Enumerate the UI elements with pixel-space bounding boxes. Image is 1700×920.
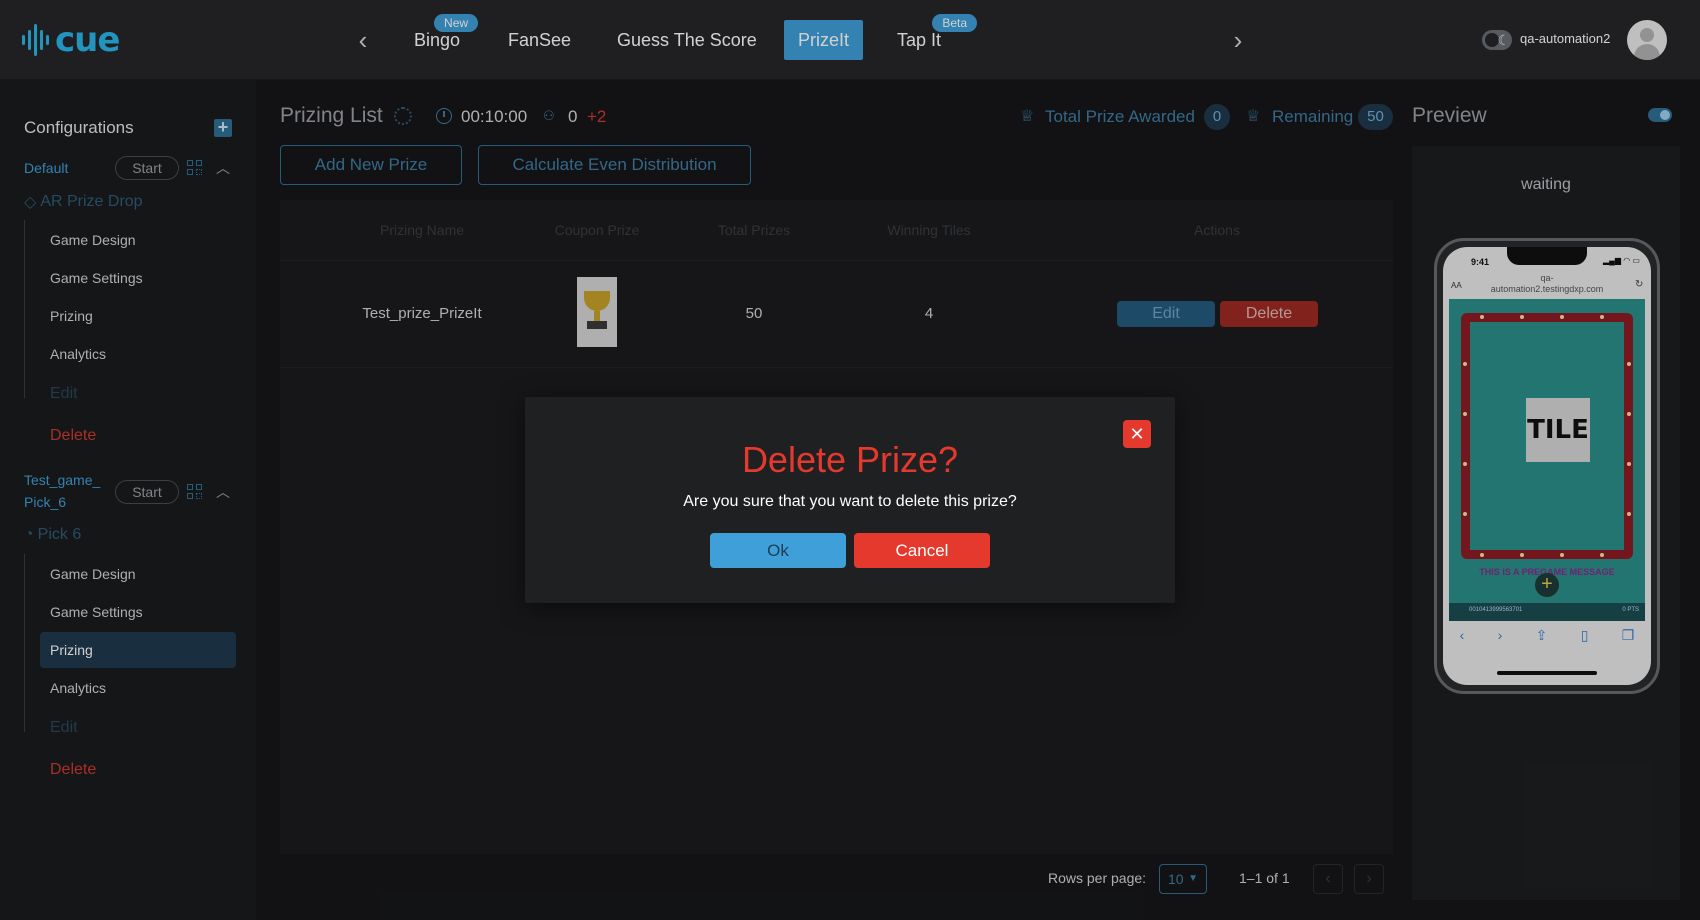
ok-button[interactable]: Ok	[710, 533, 846, 568]
dialog-message: Are you sure that you want to delete thi…	[683, 493, 1017, 510]
dialog-title: Delete Prize?	[741, 439, 959, 480]
delete-prize-dialog: ✕ Delete Prize? Are you sure that you wa…	[525, 397, 1175, 603]
cancel-button[interactable]: Cancel	[854, 533, 990, 568]
